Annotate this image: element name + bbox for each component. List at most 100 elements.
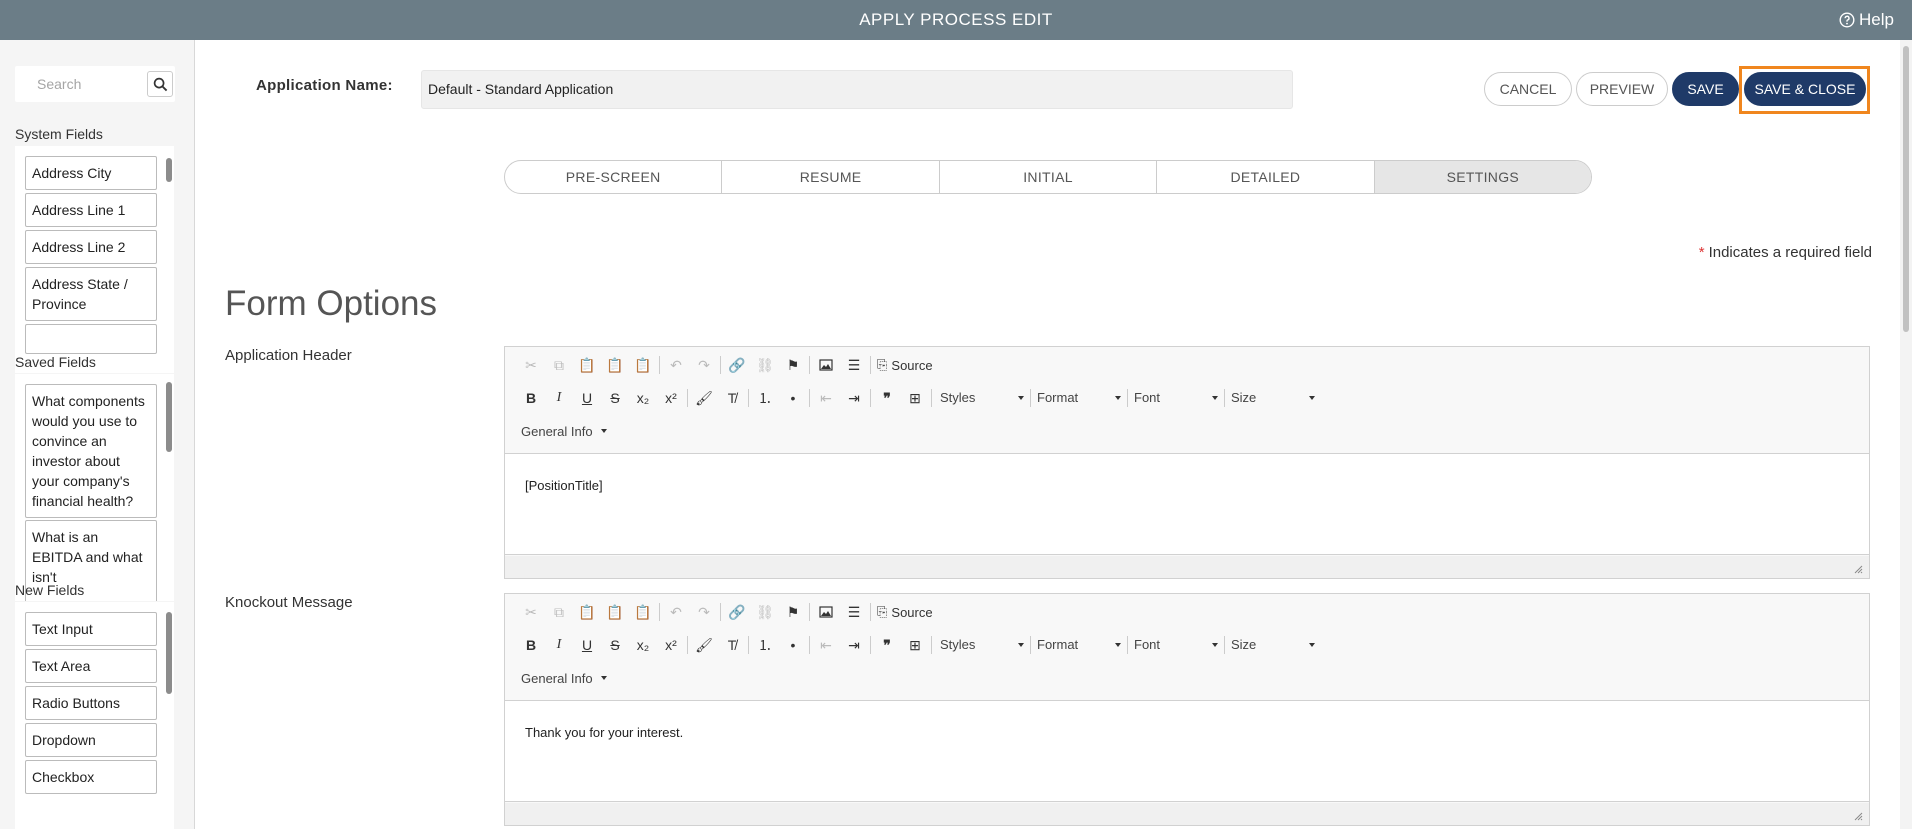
knockout-message-content[interactable]: Thank you for your interest. bbox=[505, 701, 1869, 802]
image-glyph-icon bbox=[819, 359, 833, 371]
preview-button[interactable]: PREVIEW bbox=[1576, 72, 1668, 106]
size-dropdown[interactable]: Size bbox=[1225, 633, 1321, 657]
unlink-icon[interactable]: ⛓ bbox=[751, 353, 779, 377]
source-button[interactable]: ⎘ Source bbox=[873, 357, 937, 373]
numbered-list-icon[interactable]: ⒈ bbox=[751, 386, 779, 410]
toolbar-separator bbox=[748, 636, 749, 654]
system-field-item-partial[interactable] bbox=[25, 324, 157, 354]
blockquote-icon[interactable]: ❞ bbox=[873, 386, 901, 410]
image-icon[interactable] bbox=[812, 600, 840, 624]
saved-fields-scrollbar[interactable] bbox=[166, 382, 172, 452]
outdent-icon[interactable]: ⇤ bbox=[812, 633, 840, 657]
font-dropdown[interactable]: Font bbox=[1128, 386, 1224, 410]
cancel-button[interactable]: CANCEL bbox=[1484, 72, 1572, 106]
tab-detailed[interactable]: DETAILED bbox=[1157, 161, 1375, 193]
help-link[interactable]: Help bbox=[1839, 0, 1894, 40]
redo-icon[interactable]: ↷ bbox=[690, 353, 718, 377]
copy-icon[interactable]: ⧉ bbox=[545, 353, 573, 377]
italic-icon[interactable]: I bbox=[545, 386, 573, 410]
system-field-item[interactable]: Address City bbox=[25, 156, 157, 190]
knockout-message-editor: ✂ ⧉ 📋 📋 📋 ↶ ↷ 🔗 ⛓ ⚑ ☰ ⎘ Source B I U S x… bbox=[504, 593, 1870, 826]
new-field-text-input[interactable]: Text Input bbox=[25, 612, 157, 646]
blockquote-icon[interactable]: ❞ bbox=[873, 633, 901, 657]
styles-dropdown[interactable]: Styles bbox=[934, 386, 1030, 410]
outdent-icon[interactable]: ⇤ bbox=[812, 386, 840, 410]
cut-icon[interactable]: ✂ bbox=[517, 600, 545, 624]
strikethrough-icon[interactable]: S bbox=[601, 386, 629, 410]
bulleted-list-icon[interactable]: • bbox=[779, 633, 807, 657]
system-fields-scrollbar[interactable] bbox=[166, 158, 172, 182]
system-field-item[interactable]: Address Line 1 bbox=[25, 193, 157, 227]
format-dropdown[interactable]: Format bbox=[1031, 633, 1127, 657]
tab-initial[interactable]: INITIAL bbox=[940, 161, 1158, 193]
paste-text-icon[interactable]: 📋 bbox=[601, 600, 629, 624]
underline-icon[interactable]: U bbox=[573, 386, 601, 410]
copy-format-brush-icon[interactable]: 🖌 bbox=[690, 633, 718, 657]
resize-handle-icon[interactable] bbox=[1853, 564, 1863, 574]
cut-icon[interactable]: ✂ bbox=[517, 353, 545, 377]
styles-dropdown[interactable]: Styles bbox=[934, 633, 1030, 657]
superscript-icon[interactable]: x² bbox=[657, 386, 685, 410]
paste-icon[interactable]: 📋 bbox=[573, 600, 601, 624]
underline-icon[interactable]: U bbox=[573, 633, 601, 657]
indent-icon[interactable]: ⇥ bbox=[840, 386, 868, 410]
page-scrollbar[interactable] bbox=[1900, 40, 1912, 829]
anchor-flag-icon[interactable]: ⚑ bbox=[779, 353, 807, 377]
redo-icon[interactable]: ↷ bbox=[690, 600, 718, 624]
subscript-icon[interactable]: x₂ bbox=[629, 633, 657, 657]
new-fields-scrollbar[interactable] bbox=[166, 612, 172, 694]
new-field-radio-buttons[interactable]: Radio Buttons bbox=[25, 686, 157, 720]
paste-word-icon[interactable]: 📋 bbox=[629, 600, 657, 624]
strikethrough-icon[interactable]: S bbox=[601, 633, 629, 657]
tab-resume[interactable]: RESUME bbox=[722, 161, 940, 193]
search-button[interactable] bbox=[147, 71, 173, 97]
horizontal-rule-icon[interactable]: ☰ bbox=[840, 600, 868, 624]
copy-format-brush-icon[interactable]: 🖌 bbox=[690, 386, 718, 410]
create-div-icon[interactable]: ⊞ bbox=[901, 386, 929, 410]
font-dropdown[interactable]: Font bbox=[1128, 633, 1224, 657]
remove-format-icon[interactable]: T̸ bbox=[718, 633, 746, 657]
paste-icon[interactable]: 📋 bbox=[573, 353, 601, 377]
anchor-flag-icon[interactable]: ⚑ bbox=[779, 600, 807, 624]
link-icon[interactable]: 🔗 bbox=[723, 353, 751, 377]
system-field-item[interactable]: Address State / Province bbox=[25, 267, 157, 321]
paste-text-icon[interactable]: 📋 bbox=[601, 353, 629, 377]
undo-icon[interactable]: ↶ bbox=[662, 600, 690, 624]
save-button[interactable]: SAVE bbox=[1672, 72, 1739, 106]
general-info-dropdown[interactable]: General Info bbox=[517, 671, 607, 686]
bold-icon[interactable]: B bbox=[517, 386, 545, 410]
size-dropdown[interactable]: Size bbox=[1225, 386, 1321, 410]
saved-field-item[interactable]: What components would you use to convinc… bbox=[25, 384, 157, 518]
link-icon[interactable]: 🔗 bbox=[723, 600, 751, 624]
application-header-content[interactable]: [PositionTitle] bbox=[505, 454, 1869, 555]
source-button[interactable]: ⎘ Source bbox=[873, 604, 937, 620]
superscript-icon[interactable]: x² bbox=[657, 633, 685, 657]
subscript-icon[interactable]: x₂ bbox=[629, 386, 657, 410]
undo-icon[interactable]: ↶ bbox=[662, 353, 690, 377]
search-input[interactable] bbox=[15, 66, 145, 102]
app-name-field[interactable]: Default - Standard Application bbox=[421, 70, 1293, 109]
image-icon[interactable] bbox=[812, 353, 840, 377]
format-dropdown[interactable]: Format bbox=[1031, 386, 1127, 410]
bold-icon[interactable]: B bbox=[517, 633, 545, 657]
tab-settings[interactable]: SETTINGS bbox=[1374, 161, 1591, 193]
horizontal-rule-icon[interactable]: ☰ bbox=[840, 353, 868, 377]
general-info-dropdown[interactable]: General Info bbox=[517, 424, 607, 439]
paste-word-icon[interactable]: 📋 bbox=[629, 353, 657, 377]
system-field-item[interactable]: Address Line 2 bbox=[25, 230, 157, 264]
copy-icon[interactable]: ⧉ bbox=[545, 600, 573, 624]
resize-handle-icon[interactable] bbox=[1853, 811, 1863, 821]
bulleted-list-icon[interactable]: • bbox=[779, 386, 807, 410]
page-scrollbar-thumb[interactable] bbox=[1903, 46, 1909, 332]
indent-icon[interactable]: ⇥ bbox=[840, 633, 868, 657]
toolbar-separator bbox=[931, 636, 932, 654]
new-field-text-area[interactable]: Text Area bbox=[25, 649, 157, 683]
new-field-dropdown[interactable]: Dropdown bbox=[25, 723, 157, 757]
remove-format-icon[interactable]: T̸ bbox=[718, 386, 746, 410]
italic-icon[interactable]: I bbox=[545, 633, 573, 657]
create-div-icon[interactable]: ⊞ bbox=[901, 633, 929, 657]
unlink-icon[interactable]: ⛓ bbox=[751, 600, 779, 624]
new-field-checkbox[interactable]: Checkbox bbox=[25, 760, 157, 794]
numbered-list-icon[interactable]: ⒈ bbox=[751, 633, 779, 657]
tab-pre-screen[interactable]: PRE-SCREEN bbox=[505, 161, 723, 193]
